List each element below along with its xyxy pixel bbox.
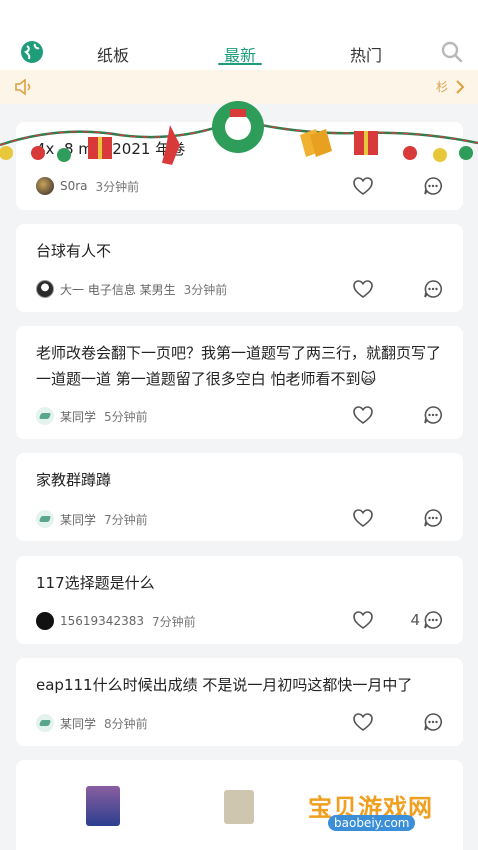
avatar[interactable]	[36, 714, 54, 732]
author-name[interactable]: 15619342383	[60, 614, 144, 628]
author-name[interactable]: S0ra	[60, 179, 88, 193]
tab-hot[interactable]: 热门	[331, 42, 401, 66]
post-title: 家教群蹲蹲	[36, 471, 112, 489]
avatar[interactable]	[36, 177, 54, 195]
comment-icon[interactable]	[423, 508, 443, 528]
post-time: 7分钟前	[104, 512, 148, 527]
globe-icon[interactable]	[20, 40, 44, 64]
post-title: 老师改卷会翻下一页吧？我第一道题写了两三行，就翻页写了 一道题一道 第一道题留了…	[36, 344, 442, 388]
heart-icon[interactable]	[352, 176, 374, 196]
tab-board[interactable]: 纸板	[78, 42, 148, 66]
author-name[interactable]: 某同学	[60, 715, 96, 732]
search-icon[interactable]	[440, 40, 464, 64]
avatar[interactable]	[36, 407, 54, 425]
comment-icon[interactable]	[423, 279, 443, 299]
watermark-url: baobeiy.com	[328, 815, 416, 831]
author-name[interactable]: 大一 电子信息 某男生	[60, 281, 176, 298]
heart-icon[interactable]	[352, 405, 374, 425]
comment-icon[interactable]	[423, 610, 443, 630]
announcement-bar[interactable]: 杉	[0, 70, 478, 104]
post-title: 4x .8 mm 2021 年卷	[36, 140, 186, 158]
site-watermark: 宝贝游戏网 baobeiy.com	[300, 760, 460, 840]
post-meta: 15619342383 7分钟前	[36, 611, 196, 631]
post-card[interactable]: 117选择题是什么 15619342383 7分钟前 4	[16, 556, 463, 644]
post-time: 5分钟前	[104, 409, 148, 424]
comment-count: 4	[410, 611, 420, 629]
heart-icon[interactable]	[352, 712, 374, 732]
avatar[interactable]	[36, 510, 54, 528]
post-title: eap111什么时候出成绩 不是说一月初吗这都快一月中了	[36, 676, 413, 694]
post-title: 117选择题是什么	[36, 574, 155, 592]
avatar[interactable]	[36, 280, 54, 298]
author-name[interactable]: 某同学	[60, 511, 96, 528]
post-meta: S0ra 3分钟前	[36, 176, 139, 196]
post-image-thumbnail[interactable]	[224, 790, 254, 824]
post-meta: 某同学 8分钟前	[36, 713, 148, 733]
top-navigation: 纸板 最新 热门	[0, 0, 478, 70]
active-tab-indicator	[218, 63, 262, 65]
post-card[interactable]: 4x .8 mm 2021 年卷 S0ra 3分钟前	[16, 122, 463, 210]
heart-icon[interactable]	[352, 279, 374, 299]
post-title: 台球有人不	[36, 242, 112, 260]
post-card[interactable]: eap111什么时候出成绩 不是说一月初吗这都快一月中了 某同学 8分钟前	[16, 658, 463, 746]
comment-icon[interactable]	[423, 176, 443, 196]
post-time: 8分钟前	[104, 716, 148, 731]
post-meta: 某同学 5分钟前	[36, 406, 148, 426]
post-card[interactable]: 家教群蹲蹲 某同学 7分钟前	[16, 453, 463, 541]
chevron-right-icon[interactable]	[454, 79, 466, 95]
author-name[interactable]: 某同学	[60, 408, 96, 425]
post-time: 7分钟前	[151, 614, 196, 629]
post-meta: 大一 电子信息 某男生 3分钟前	[36, 279, 227, 299]
post-card[interactable]: 台球有人不 大一 电子信息 某男生 3分钟前	[16, 224, 463, 312]
announcement-text: 杉	[436, 80, 449, 94]
heart-icon[interactable]	[352, 508, 374, 528]
speaker-icon	[15, 78, 31, 96]
post-image-thumbnail[interactable]	[86, 786, 120, 826]
heart-icon[interactable]	[352, 610, 374, 630]
comment-icon[interactable]	[423, 405, 443, 425]
comment-icon[interactable]	[423, 712, 443, 732]
post-card[interactable]: 老师改卷会翻下一页吧？我第一道题写了两三行，就翻页写了 一道题一道 第一道题留了…	[16, 326, 463, 439]
avatar[interactable]	[36, 612, 54, 630]
post-time: 3分钟前	[95, 179, 140, 194]
post-meta: 某同学 7分钟前	[36, 509, 148, 529]
post-time: 3分钟前	[183, 282, 228, 297]
